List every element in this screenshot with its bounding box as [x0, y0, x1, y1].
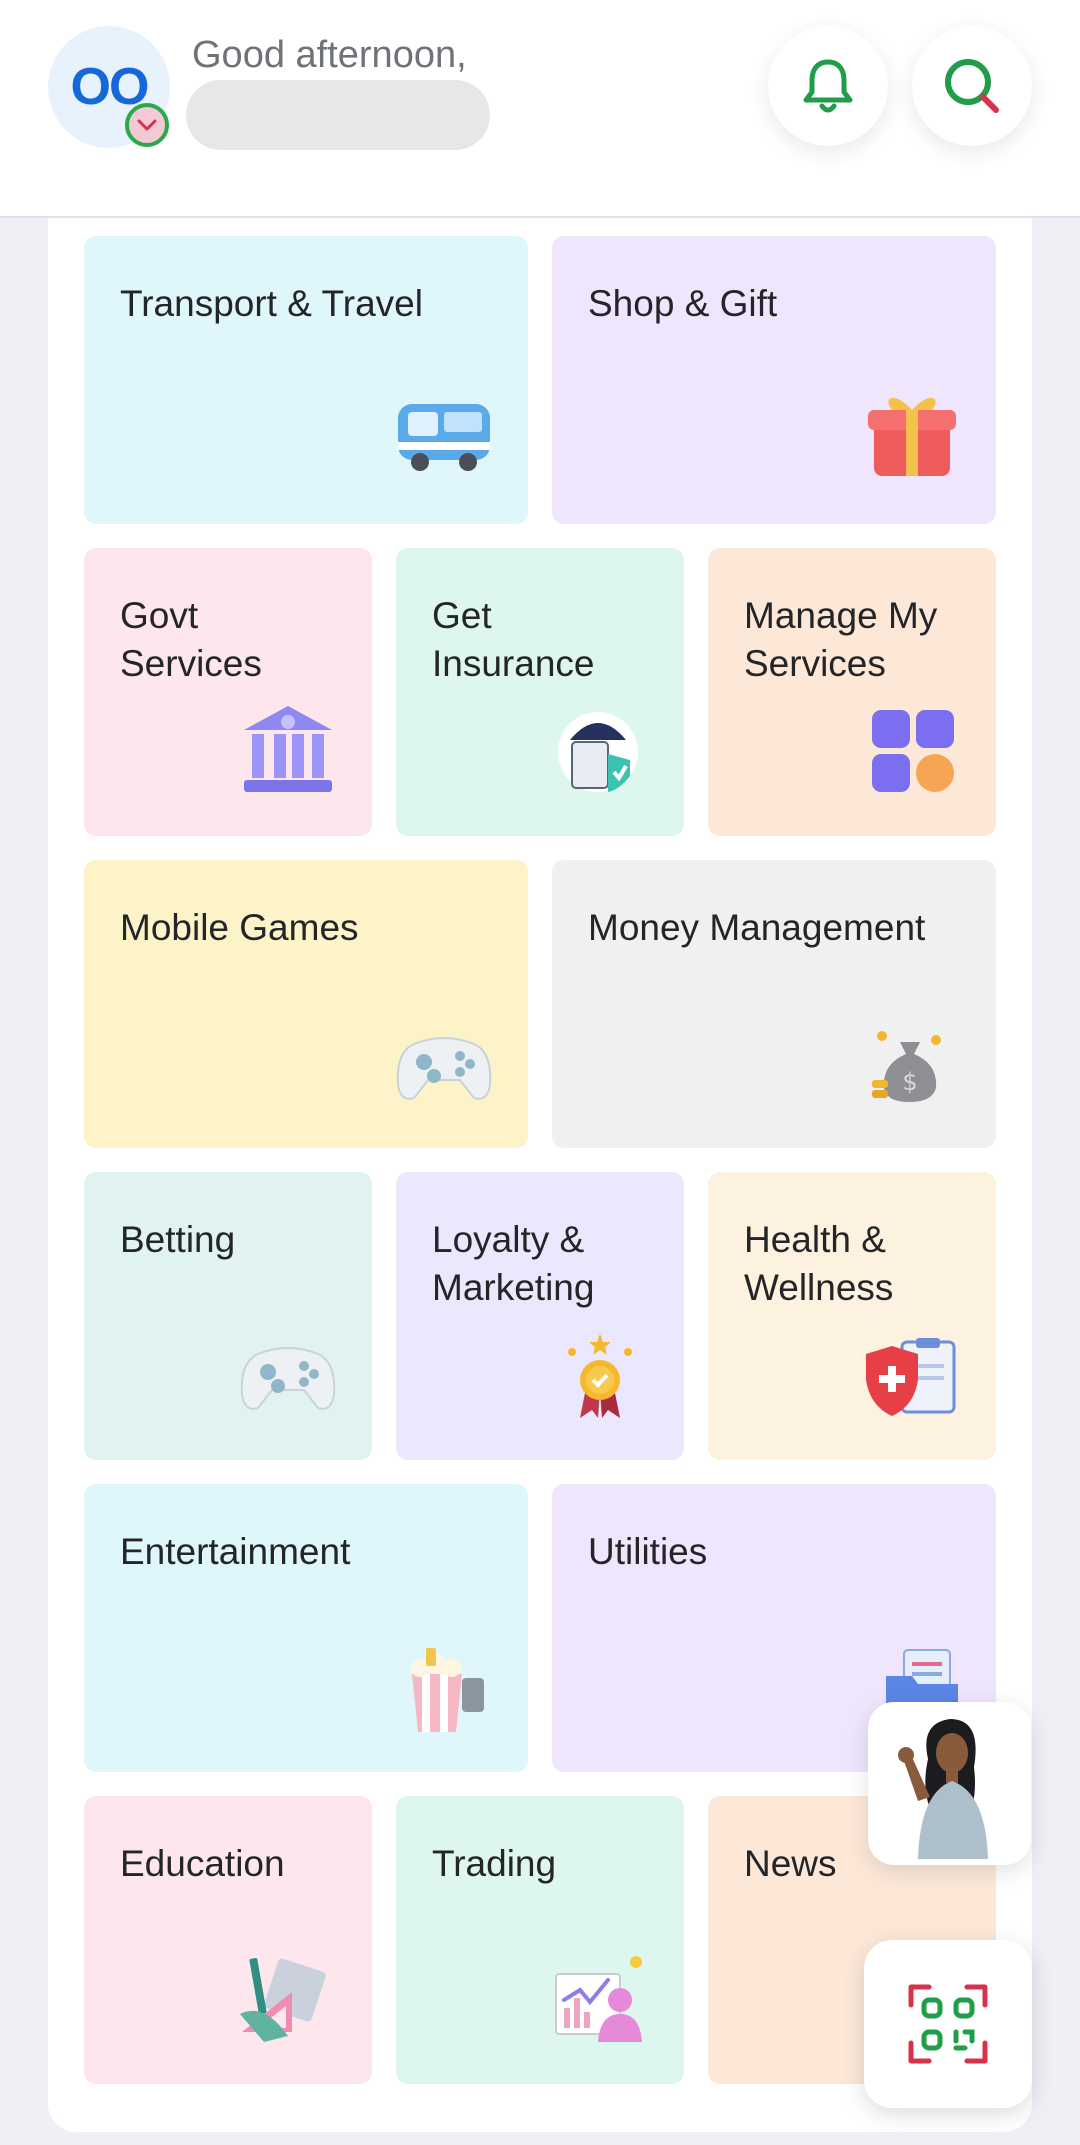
- assistant-avatar-icon: [897, 1718, 988, 1859]
- category-label: Manage My Services: [744, 595, 938, 684]
- qr-scan-icon: [908, 1984, 988, 2064]
- gift-icon: [868, 397, 956, 476]
- category-label: Health & Wellness: [744, 1219, 894, 1308]
- category-shop-gift[interactable]: Shop & Gift: [552, 236, 996, 524]
- category-govt-services[interactable]: Govt Services: [84, 548, 372, 836]
- category-label: Loyalty & Marketing: [432, 1219, 595, 1308]
- category-get-insurance[interactable]: Get Insurance: [396, 548, 684, 836]
- geometry-tools-icon: [240, 1958, 326, 2042]
- game-controller-icon: [396, 1037, 492, 1100]
- svg-text:$: $: [902, 1068, 917, 1096]
- user-name-placeholder: [186, 80, 490, 150]
- game-controller-icon: [240, 1347, 336, 1410]
- category-label: Govt Services: [120, 595, 262, 684]
- money-bag-icon: $: [872, 1031, 941, 1102]
- category-entertainment[interactable]: Entertainment: [84, 1484, 528, 1772]
- category-money-management[interactable]: Money Management $: [552, 860, 996, 1148]
- category-transport-travel[interactable]: Transport & Travel: [84, 236, 528, 524]
- category-label: Betting: [120, 1219, 236, 1260]
- notifications-button[interactable]: [768, 26, 888, 146]
- qr-scan-button[interactable]: [864, 1940, 1032, 2108]
- category-label: Money Management: [588, 907, 926, 948]
- government-building-icon: [244, 706, 332, 792]
- category-trading[interactable]: Trading: [396, 1796, 684, 2084]
- search-icon: [945, 59, 999, 113]
- trading-chart-icon: [555, 1956, 642, 2042]
- category-education[interactable]: Education: [84, 1796, 372, 2084]
- category-label: Utilities: [588, 1531, 708, 1572]
- category-loyalty-marketing[interactable]: Loyalty & Marketing: [396, 1172, 684, 1460]
- category-betting[interactable]: Betting: [84, 1172, 372, 1460]
- popcorn-icon: [411, 1648, 484, 1732]
- bus-icon: [398, 404, 490, 471]
- category-label: Shop & Gift: [588, 283, 778, 324]
- category-label: Trading: [432, 1843, 557, 1884]
- category-label: Entertainment: [120, 1531, 351, 1572]
- assistant-button[interactable]: [868, 1702, 1031, 1865]
- greeting-text: Good afternoon,: [192, 34, 467, 76]
- app-grid-icon: [872, 710, 954, 792]
- category-label: Transport & Travel: [120, 283, 423, 324]
- chevron-down-icon[interactable]: [125, 103, 169, 147]
- search-button[interactable]: [912, 26, 1032, 146]
- category-mobile-games[interactable]: Mobile Games: [84, 860, 528, 1148]
- medal-icon: [568, 1334, 632, 1418]
- bell-icon: [803, 59, 853, 113]
- category-label: Get Insurance: [432, 595, 595, 684]
- avatar[interactable]: OO: [48, 26, 170, 148]
- category-label: Education: [120, 1843, 285, 1884]
- category-label: Mobile Games: [120, 907, 359, 948]
- category-health-wellness[interactable]: Health & Wellness: [708, 1172, 996, 1460]
- app-header: OO Good afternoon,: [0, 0, 1080, 218]
- insurance-umbrella-icon: [558, 712, 638, 792]
- category-manage-my-services[interactable]: Manage My Services: [708, 548, 996, 836]
- health-shield-icon: [866, 1338, 956, 1416]
